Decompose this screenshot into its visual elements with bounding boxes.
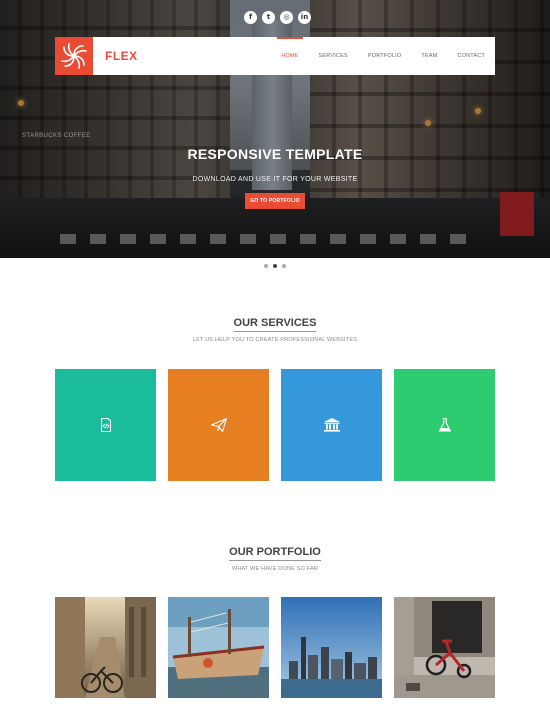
boats-photo — [168, 597, 269, 698]
nav-team[interactable]: TEAM — [411, 37, 447, 75]
portfolio-title-text: OUR PORTFOLIO — [229, 546, 321, 561]
slider-dot-3[interactable] — [282, 264, 286, 268]
hero-subtitle: DOWNLOAD AND USE IT FOR YOUR WEBSITE — [192, 176, 358, 183]
logo[interactable] — [55, 37, 93, 75]
linkedin-icon[interactable]: in — [298, 11, 311, 24]
portfolio-item-tricycle[interactable] — [394, 597, 495, 698]
portfolio-item-skyline[interactable] — [281, 597, 382, 698]
slider-dots — [264, 264, 286, 268]
service-tile-code[interactable] — [55, 369, 156, 481]
services-title-text: OUR SERVICES — [233, 317, 317, 332]
paper-plane-icon — [210, 417, 227, 433]
portfolio-title: OUR PORTFOLIO — [0, 546, 550, 561]
social-links: f t ◎ in — [244, 11, 311, 24]
nav-contact[interactable]: CONTACT — [447, 37, 495, 75]
portfolio-item-street[interactable] — [55, 597, 156, 698]
skyline-photo — [281, 597, 382, 698]
hero-title: RESPONSIVE TEMPLATE — [187, 146, 363, 162]
main-nav: HOME SERVICES PORTFOLIO TEAM CONTACT — [271, 37, 495, 75]
nav-home[interactable]: HOME — [271, 37, 308, 75]
hero-banner: STARBUCKS COFFEE f t ◎ in FLEX HOME SERV… — [0, 0, 550, 258]
portfolio-item-boats[interactable] — [168, 597, 269, 698]
dribbble-icon[interactable]: ◎ — [280, 11, 293, 24]
facebook-icon[interactable]: f — [244, 11, 257, 24]
service-tile-bank[interactable] — [281, 369, 382, 481]
slider-dot-1[interactable] — [264, 264, 268, 268]
services-subtitle: LET US HELP YOU TO CREATE PROFESSIONAL W… — [192, 337, 358, 343]
tricycle-photo — [394, 597, 495, 698]
portfolio-subtitle: WHAT WE HAVE DONE SO FAR — [231, 566, 319, 572]
services-title: OUR SERVICES — [0, 317, 550, 332]
brand-name[interactable]: FLEX — [105, 49, 138, 63]
code-file-icon — [100, 417, 111, 433]
go-to-portfolio-button[interactable]: GO TO PORTFOLIO — [245, 193, 305, 209]
navbar: FLEX HOME SERVICES PORTFOLIO TEAM CONTAC… — [55, 37, 495, 75]
service-tile-lab[interactable] — [394, 369, 495, 481]
flask-icon — [438, 417, 451, 432]
street-photo — [55, 597, 156, 698]
twitter-icon[interactable]: t — [262, 11, 275, 24]
slider-dot-2[interactable] — [273, 264, 277, 268]
bank-icon — [323, 418, 340, 432]
pinwheel-logo-icon — [61, 43, 87, 69]
service-tile-send[interactable] — [168, 369, 269, 481]
nav-portfolio[interactable]: PORTFOLIO — [358, 37, 411, 75]
nav-services[interactable]: SERVICES — [309, 37, 358, 75]
